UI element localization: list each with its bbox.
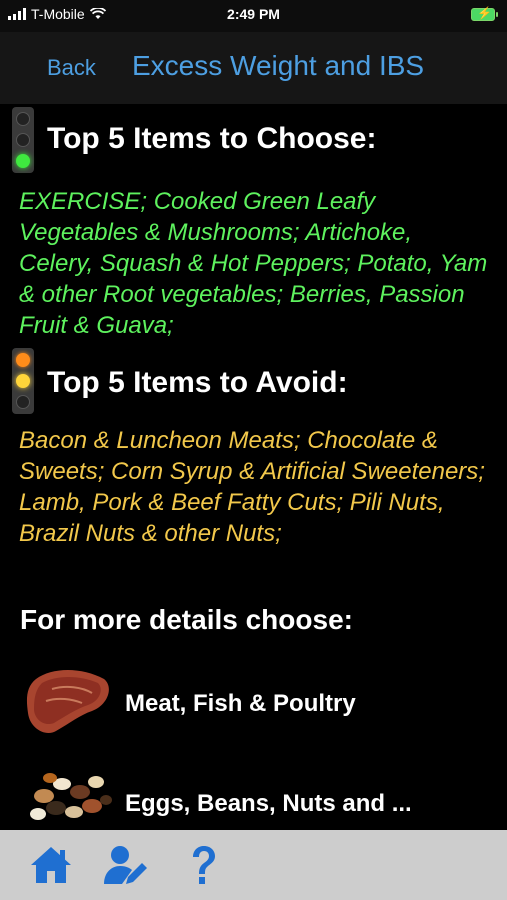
avoid-items-text: Bacon & Luncheon Meats; Chocolate & Swee… bbox=[19, 427, 485, 547]
help-icon[interactable] bbox=[180, 842, 226, 888]
back-button[interactable]: Back bbox=[47, 55, 96, 81]
battery-charging-icon: ⚡ bbox=[471, 6, 498, 21]
home-icon[interactable] bbox=[28, 842, 74, 888]
category-label-eggs: Eggs, Beans, Nuts and ... bbox=[125, 790, 412, 817]
choose-heading: Top 5 Items to Choose: bbox=[47, 122, 377, 155]
choose-items-text: EXERCISE; Cooked Green Leafy Vegetables … bbox=[19, 188, 488, 339]
content-scroll-area[interactable]: Top 5 Items to Choose: EXERCISE; Cooked … bbox=[0, 104, 507, 830]
category-row-eggs[interactable]: Eggs, Beans, Nuts and ... bbox=[0, 758, 507, 830]
green-traffic-light-icon bbox=[12, 107, 34, 173]
page-title: Excess Weight and IBS bbox=[132, 50, 425, 81]
status-bar: T-Mobile 2:49 PM ⚡ bbox=[0, 0, 507, 32]
category-label-meat: Meat, Fish & Poultry bbox=[125, 690, 356, 717]
navigation-bar: Back Excess Weight and IBS bbox=[0, 32, 507, 104]
yellow-traffic-light-icon bbox=[12, 348, 34, 414]
category-row-meat[interactable]: Meat, Fish & Poultry bbox=[0, 662, 507, 742]
tab-bar bbox=[0, 830, 507, 900]
status-time: 2:49 PM bbox=[227, 6, 280, 22]
steak-icon bbox=[26, 670, 109, 733]
user-edit-icon[interactable] bbox=[102, 842, 148, 888]
details-heading: For more details choose: bbox=[20, 604, 353, 635]
beans-nuts-icon bbox=[30, 773, 112, 820]
avoid-heading: Top 5 Items to Avoid: bbox=[47, 366, 348, 399]
